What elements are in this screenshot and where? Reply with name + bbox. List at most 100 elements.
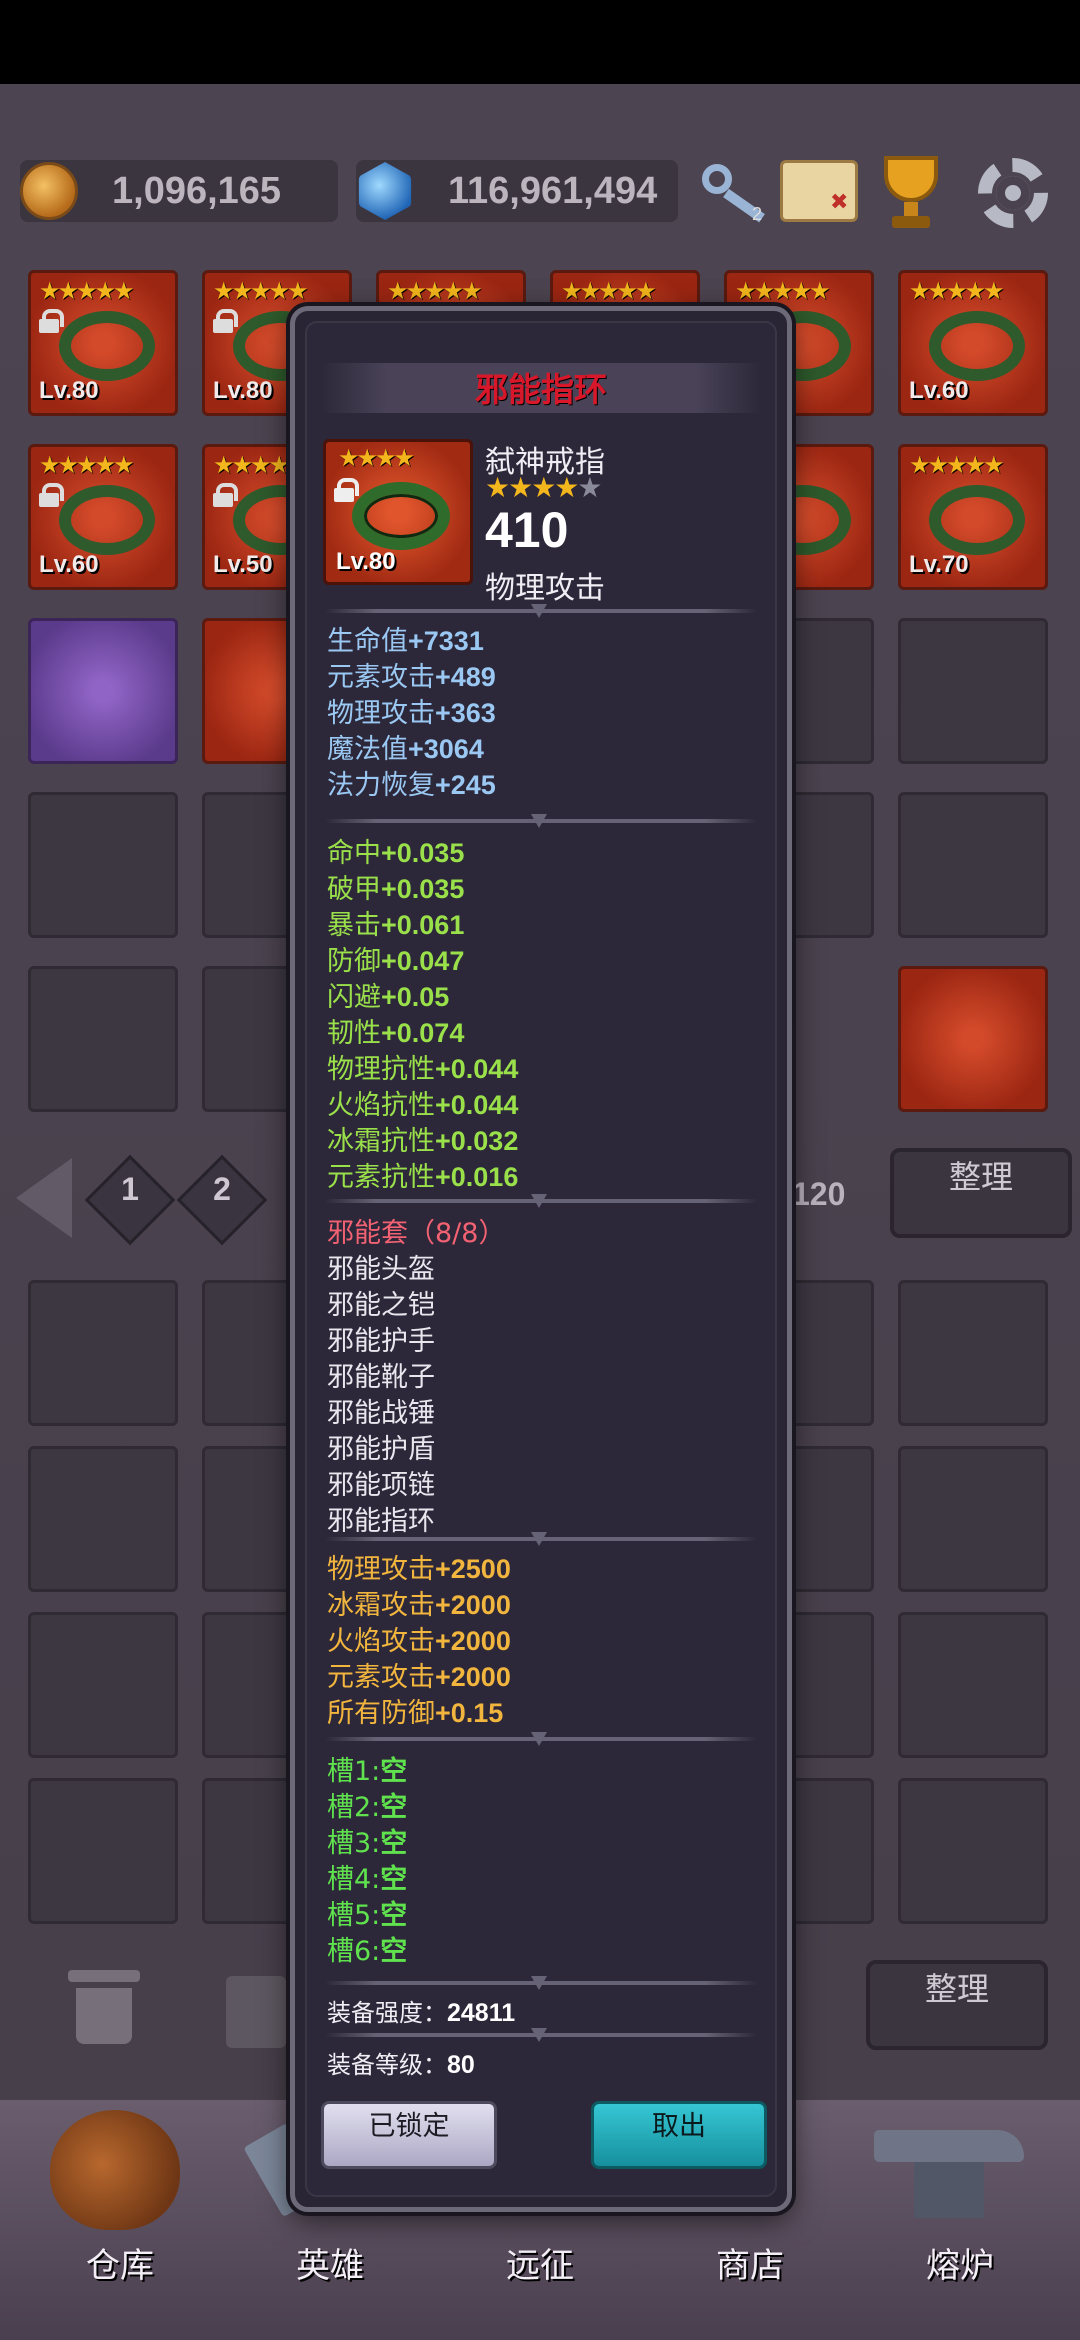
strength-value: 24811 xyxy=(447,1999,516,2027)
page-2-label: 2 xyxy=(213,1171,231,1207)
socket-label: 槽3: xyxy=(327,1828,381,1859)
empty-inventory-slot[interactable] xyxy=(28,1612,178,1758)
lock-icon xyxy=(39,483,64,507)
extra-stat: 暴击+0.061 xyxy=(327,903,518,941)
warehouse-bag-icon[interactable] xyxy=(50,2110,180,2230)
trash-icon[interactable] xyxy=(68,1964,140,2048)
empty-inventory-slot[interactable] xyxy=(898,792,1048,938)
empty-inventory-slot[interactable] xyxy=(898,1778,1048,1924)
set-title: 邪能套（8/8） xyxy=(327,1218,506,1249)
extra-stat-value: +0.074 xyxy=(381,1018,465,1048)
socket-list: 槽1:空 槽2:空 槽3:空 槽4:空 槽5:空 槽6:空 xyxy=(327,1749,408,1967)
nav-furnace[interactable]: 熔炉 xyxy=(890,2238,1030,2287)
socket-value: 空 xyxy=(380,1828,408,1858)
equipment-icon xyxy=(929,485,1025,555)
extra-stat-value: +0.032 xyxy=(435,1126,519,1156)
extra-stat-label: 闪避 xyxy=(327,982,381,1013)
socket-label: 槽2: xyxy=(327,1792,381,1823)
level-value: 80 xyxy=(447,2051,475,2079)
inventory-item-slot[interactable]: ★★★★★ Lv.80 xyxy=(28,270,178,416)
socket: 槽5:空 xyxy=(327,1893,407,1931)
nav-hero[interactable]: 英雄 xyxy=(260,2238,400,2287)
empty-inventory-slot[interactable] xyxy=(28,1280,178,1426)
set-bonus-label: 冰霜攻击 xyxy=(327,1590,435,1621)
item-level: Lv.50 xyxy=(213,551,273,578)
sort-button-lower[interactable]: 整理 xyxy=(866,1960,1048,2050)
socket-label: 槽6: xyxy=(327,1936,381,1967)
equipment-strength: 装备强度：24811 xyxy=(327,1993,515,2028)
extra-stat-value: +0.016 xyxy=(435,1162,519,1192)
divider xyxy=(325,1537,757,1541)
divider xyxy=(325,819,757,823)
settings-gear-icon[interactable] xyxy=(972,150,1052,230)
item-power: 410 xyxy=(485,502,569,558)
sort-button[interactable]: 整理 xyxy=(890,1148,1072,1238)
inventory-item-slot[interactable]: ★★★★★ Lv.70 xyxy=(898,444,1048,590)
furnace-anvil-icon[interactable] xyxy=(874,2130,1024,2220)
set-bonus-value: +0.15 xyxy=(435,1698,504,1728)
empty-inventory-slot[interactable] xyxy=(28,966,178,1112)
set-bonus: 火焰攻击+2000 xyxy=(327,1619,511,1657)
inventory-item-slot[interactable]: ★★★★★ Lv.60 xyxy=(28,444,178,590)
base-stat-value: +3064 xyxy=(408,734,484,764)
set-item: 邪能护盾 xyxy=(327,1434,435,1465)
extra-stat-value: +0.044 xyxy=(435,1054,519,1084)
set-bonus-label: 所有防御 xyxy=(327,1698,435,1729)
item-level: Lv.80 xyxy=(39,377,99,404)
empty-inventory-slot[interactable] xyxy=(28,1778,178,1924)
inventory-item-slot[interactable]: ★★★★★ Lv.60 xyxy=(898,270,1048,416)
extra-stat-value: +0.047 xyxy=(381,946,465,976)
empty-inventory-slot[interactable] xyxy=(28,792,178,938)
extra-stat: 闪避+0.05 xyxy=(327,975,518,1013)
lock-icon xyxy=(39,309,64,333)
gold-coin-icon xyxy=(20,162,78,220)
set-bonus: 元素攻击+2000 xyxy=(327,1655,511,1693)
locked-button[interactable]: 已锁定 xyxy=(321,2101,497,2169)
socket: 槽2:空 xyxy=(327,1785,407,1823)
base-stats-list: 生命值+7331 元素攻击+489 物理攻击+363 魔法值+3064 法力恢复+245 xyxy=(327,619,496,801)
set-bonus-list: 物理攻击+2500 冰霜攻击+2000 火焰攻击+2000 元素攻击+2000 所有防御… xyxy=(327,1547,511,1729)
socket-label: 槽1: xyxy=(327,1756,381,1787)
page-prev-arrow-icon[interactable] xyxy=(16,1158,72,1238)
socket: 槽1:空 xyxy=(327,1749,407,1787)
base-stat: 魔法值+3064 xyxy=(327,727,496,765)
card-stars: ★★★★ xyxy=(338,444,415,472)
book-icon[interactable] xyxy=(226,1976,286,2048)
empty-inventory-slot[interactable] xyxy=(28,1446,178,1592)
empty-inventory-slot[interactable] xyxy=(898,1280,1048,1426)
lock-icon xyxy=(334,478,359,502)
empty-inventory-slot[interactable] xyxy=(898,1446,1048,1592)
inventory-item-slot[interactable] xyxy=(898,966,1048,1112)
base-stat: 法力恢复+245 xyxy=(327,763,496,801)
lock-icon xyxy=(213,483,238,507)
treasure-map-icon[interactable]: ✖ xyxy=(776,150,858,230)
extra-stat: 韧性+0.074 xyxy=(327,1011,518,1049)
extra-stat: 元素抗性+0.016 xyxy=(327,1155,519,1193)
set-bonus-value: +2000 xyxy=(435,1626,511,1656)
set-item: 邪能靴子 xyxy=(327,1362,435,1393)
item-card: ★★★★ Lv.80 xyxy=(323,439,473,585)
divider xyxy=(325,1981,757,1985)
item-level: Lv.80 xyxy=(213,377,273,404)
extra-stat: 物理抗性+0.044 xyxy=(327,1047,519,1085)
nav-warehouse[interactable]: 仓库 xyxy=(50,2238,190,2287)
take-out-button[interactable]: 取出 xyxy=(591,2101,767,2169)
empty-inventory-slot[interactable] xyxy=(898,1612,1048,1758)
set-item: 邪能项链 xyxy=(327,1470,435,1501)
set-item: 邪能头盔 xyxy=(327,1254,435,1285)
item-stars: ★★★★★ xyxy=(39,277,135,305)
socket: 槽6:空 xyxy=(327,1929,407,1967)
set-bonus-label: 火焰攻击 xyxy=(327,1626,435,1657)
set-item: 邪能指环 xyxy=(327,1506,435,1537)
nav-shop[interactable]: 商店 xyxy=(680,2238,820,2287)
dialog-title-bar: 邪能指环 xyxy=(321,363,761,413)
inventory-item-slot[interactable] xyxy=(28,618,178,764)
set-list: 邪能套（8/8） 邪能头盔 邪能之铠 邪能护手 邪能靴子 邪能战锤 邪能护盾 邪能项链 邪能指… xyxy=(327,1211,506,1537)
equipment-icon xyxy=(59,311,155,381)
empty-inventory-slot[interactable] xyxy=(898,618,1048,764)
trophy-icon[interactable] xyxy=(870,150,950,230)
set-bonus-label: 物理攻击 xyxy=(327,1554,435,1585)
nav-expedition[interactable]: 远征 xyxy=(470,2238,610,2287)
extra-stat-value: +0.044 xyxy=(435,1090,519,1120)
item-rarity-stars: ★★★★★ xyxy=(485,471,603,504)
